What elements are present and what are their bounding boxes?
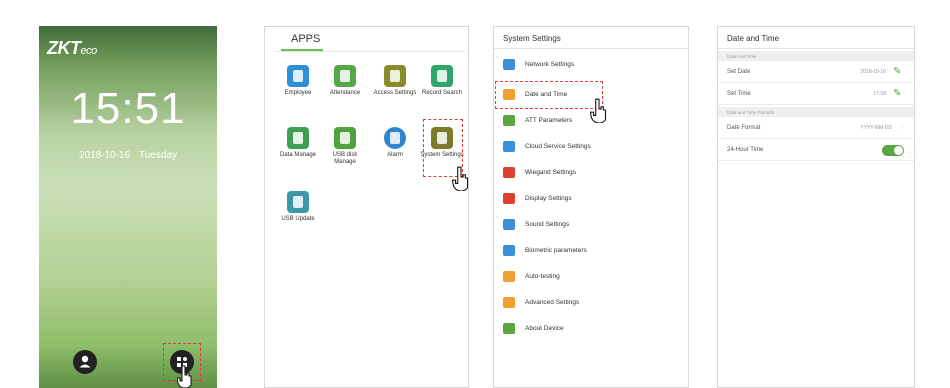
settings-item-advanced[interactable]: Advanced Settings: [494, 289, 688, 315]
chevron-right-icon: ○: [899, 124, 904, 131]
lock-screen-panel: ZKTeco 15:51 2018-10-16 Tuesday: [39, 26, 217, 388]
clock-time: 15:51: [70, 84, 186, 133]
employee-icon: [287, 65, 309, 87]
app-employee[interactable]: Employee: [275, 65, 321, 97]
hand-cursor-icon: [590, 97, 608, 123]
auto-test-icon: [503, 271, 515, 282]
about-icon: [503, 323, 515, 334]
date-time-panel: Date and Time Date And Time Set Date 201…: [717, 26, 915, 388]
settings-item-wiegand[interactable]: Wiegand Settings: [494, 159, 688, 185]
set-time-value: 17:58: [873, 91, 886, 97]
app-data-manage[interactable]: Data Manage: [275, 127, 321, 159]
settings-item-biometric[interactable]: Biometric parameters: [494, 237, 688, 263]
access-settings-icon: [384, 65, 406, 87]
date-time-highlight: [495, 81, 603, 109]
record-search-icon: [431, 65, 453, 87]
cloud-icon: [503, 141, 515, 152]
apps-title: APPS: [291, 33, 321, 45]
app-usb-update[interactable]: USB Update: [275, 191, 321, 223]
date-format-value: YYYY-MM-DD: [860, 125, 892, 131]
set-date-value: 2018-10-16: [860, 69, 886, 75]
settings-item-about[interactable]: About Device: [494, 315, 688, 341]
display-icon: [503, 193, 515, 204]
hour24-row[interactable]: 24-Hour Time: [718, 139, 914, 161]
app-attendance[interactable]: Attendance: [322, 65, 368, 97]
apps-divider: [275, 51, 465, 52]
settings-item-auto-testing[interactable]: Auto-testing: [494, 263, 688, 289]
weekday-value: Tuesday: [138, 150, 177, 161]
app-access-settings[interactable]: Access Settings: [372, 65, 418, 97]
date-time-header: Date and Time: [718, 27, 914, 49]
att-icon: [503, 115, 515, 126]
biometric-icon: [503, 245, 515, 256]
wiegand-icon: [503, 167, 515, 178]
edit-pencil-icon[interactable]: ✎: [893, 67, 904, 78]
date-format-row[interactable]: Date Format YYYY-MM-DD ○: [718, 117, 914, 139]
settings-item-network[interactable]: Network Settings: [494, 51, 688, 77]
app-record-search[interactable]: Record Search: [419, 65, 465, 97]
edit-pencil-icon[interactable]: ✎: [893, 89, 904, 100]
hour24-toggle[interactable]: [882, 145, 904, 156]
usb-update-icon: [287, 191, 309, 213]
alarm-icon: [384, 127, 406, 149]
usb-disk-icon: [334, 127, 356, 149]
sound-icon: [503, 219, 515, 230]
advanced-icon: [503, 297, 515, 308]
set-time-row[interactable]: Set Time 17:58 ✎: [718, 83, 914, 105]
hand-cursor-icon: [177, 364, 193, 388]
user-icon: [79, 355, 91, 368]
settings-item-display[interactable]: Display Settings: [494, 185, 688, 211]
network-icon: [503, 59, 515, 70]
system-settings-panel: System Settings Network Settings Date an…: [493, 26, 689, 388]
settings-header: System Settings: [494, 27, 688, 49]
attendance-icon: [334, 65, 356, 87]
data-manage-icon: [287, 127, 309, 149]
user-button[interactable]: [73, 350, 97, 374]
hand-cursor-icon: [452, 165, 468, 191]
set-date-row[interactable]: Set Date 2018-10-16 ✎: [718, 61, 914, 83]
settings-item-sound[interactable]: Sound Settings: [494, 211, 688, 237]
app-usb-disk-manage[interactable]: USB disk Manage: [322, 127, 368, 166]
apps-panel: APPS Employee Attendance Access Settings…: [264, 26, 469, 388]
clock-date: 2018-10-16 Tuesday: [39, 150, 217, 161]
settings-item-cloud[interactable]: Cloud Service Settings: [494, 133, 688, 159]
app-alarm[interactable]: Alarm: [372, 127, 418, 159]
section-date-time-formats: Date and Time Formats: [718, 107, 914, 117]
date-value: 2018-10-16: [79, 150, 131, 161]
brand-logo: ZKTeco: [47, 38, 97, 58]
section-date-and-time: Date And Time: [718, 51, 914, 61]
